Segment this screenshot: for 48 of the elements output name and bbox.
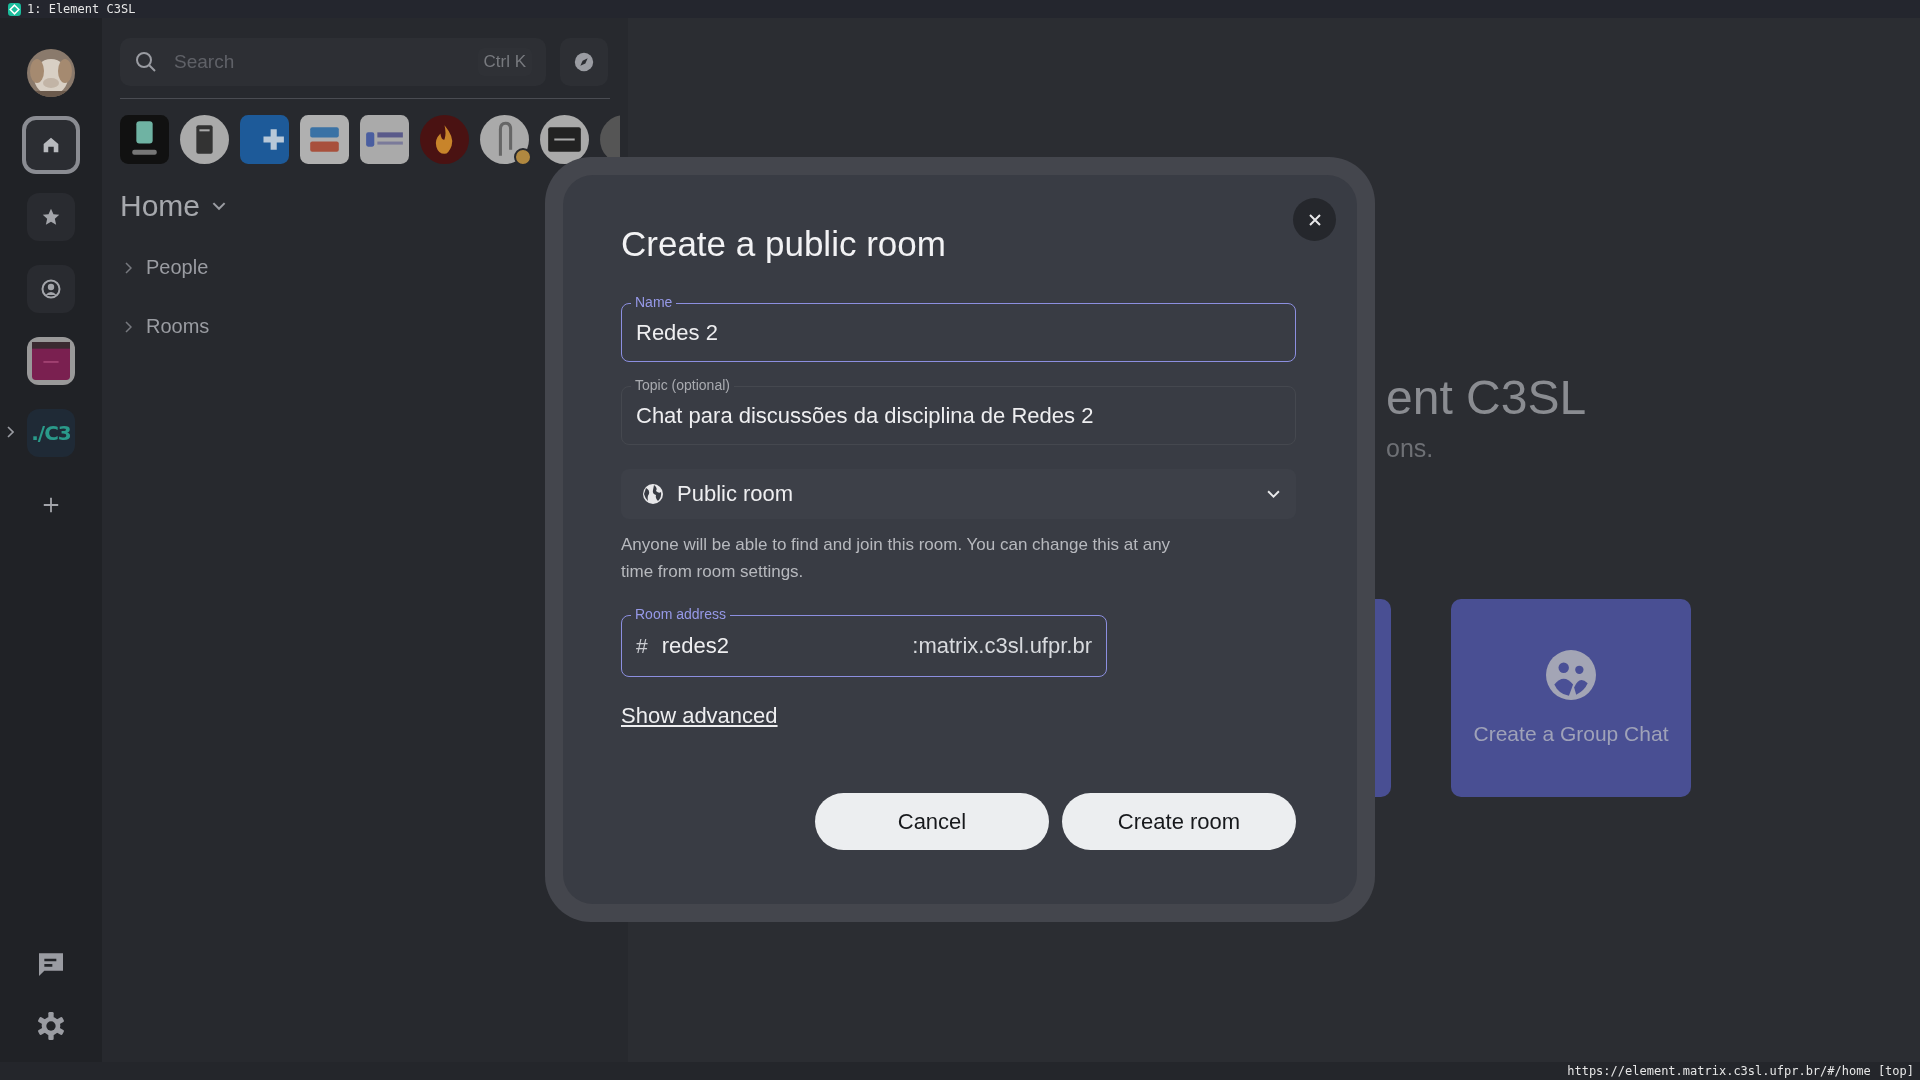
server-icon[interactable]: [180, 115, 229, 164]
home-button[interactable]: [22, 116, 80, 174]
app-icon: [8, 2, 21, 16]
welcome-heading: ent C3SL: [1386, 374, 1588, 422]
status-url: https://element.matrix.c3sl.ufpr.br/#/home [top]: [1567, 1064, 1914, 1078]
address-input[interactable]: redes2: [661, 633, 899, 659]
name-input[interactable]: Redes 2: [636, 319, 1281, 346]
welcome-subtitle: ons.: [1386, 436, 1435, 461]
server-suffix: :matrix.c3sl.ufpr.br: [912, 633, 1092, 659]
paperclip-icon[interactable]: [480, 115, 529, 164]
home-title[interactable]: Home: [120, 189, 201, 223]
compass-icon: [573, 51, 595, 73]
room-avatar-button[interactable]: [27, 337, 75, 385]
chevron-icon[interactable]: [212, 201, 227, 211]
chevron-icon: [1267, 489, 1280, 499]
cancel-button[interactable]: Cancel: [815, 793, 1049, 850]
chevron-icon[interactable]: [124, 320, 132, 333]
create-room-button[interactable]: Create room: [1062, 793, 1296, 850]
room-avatar-icon: [32, 342, 70, 380]
topic-input[interactable]: Chat para discussões da disciplina de Redes 2: [636, 402, 1281, 429]
plus-icon: [42, 496, 60, 514]
section-label[interactable]: People: [146, 256, 209, 279]
close-button[interactable]: [1293, 198, 1336, 241]
join-rule-dropdown[interactable]: Public room: [621, 469, 1296, 519]
group-icon: [1546, 650, 1596, 700]
search-icon: [134, 50, 158, 74]
explore-button[interactable]: [560, 38, 608, 86]
window-title: 1: Element C3SL: [27, 2, 136, 16]
chevron-icon[interactable]: [124, 261, 132, 274]
flame-icon[interactable]: [420, 115, 469, 164]
status-dot: [514, 148, 532, 164]
person-icon: [39, 277, 63, 301]
blocks-icon[interactable]: [300, 115, 349, 164]
hash-prefix: #: [636, 634, 648, 658]
chevron-icon[interactable]: [6, 426, 14, 438]
terminal-icon[interactable]: [540, 115, 589, 164]
dialog-title: Create a public room: [621, 223, 947, 265]
show-advanced-link[interactable]: Show advanced: [621, 703, 778, 729]
people-button[interactable]: [27, 265, 75, 313]
space-button[interactable]: ./C3: [27, 409, 75, 457]
close-icon: [1306, 211, 1323, 228]
help-text: Anyone will be able to find and join this room. You can change this at any time from room settings.: [621, 534, 1172, 583]
globe-icon: [641, 482, 665, 506]
cross-icon[interactable]: [240, 115, 289, 164]
favourites-button[interactable]: [27, 193, 75, 241]
settings-icon[interactable]: [35, 1010, 67, 1042]
section-label[interactable]: Rooms: [146, 315, 210, 338]
field-label: Topic (optional): [631, 376, 734, 394]
